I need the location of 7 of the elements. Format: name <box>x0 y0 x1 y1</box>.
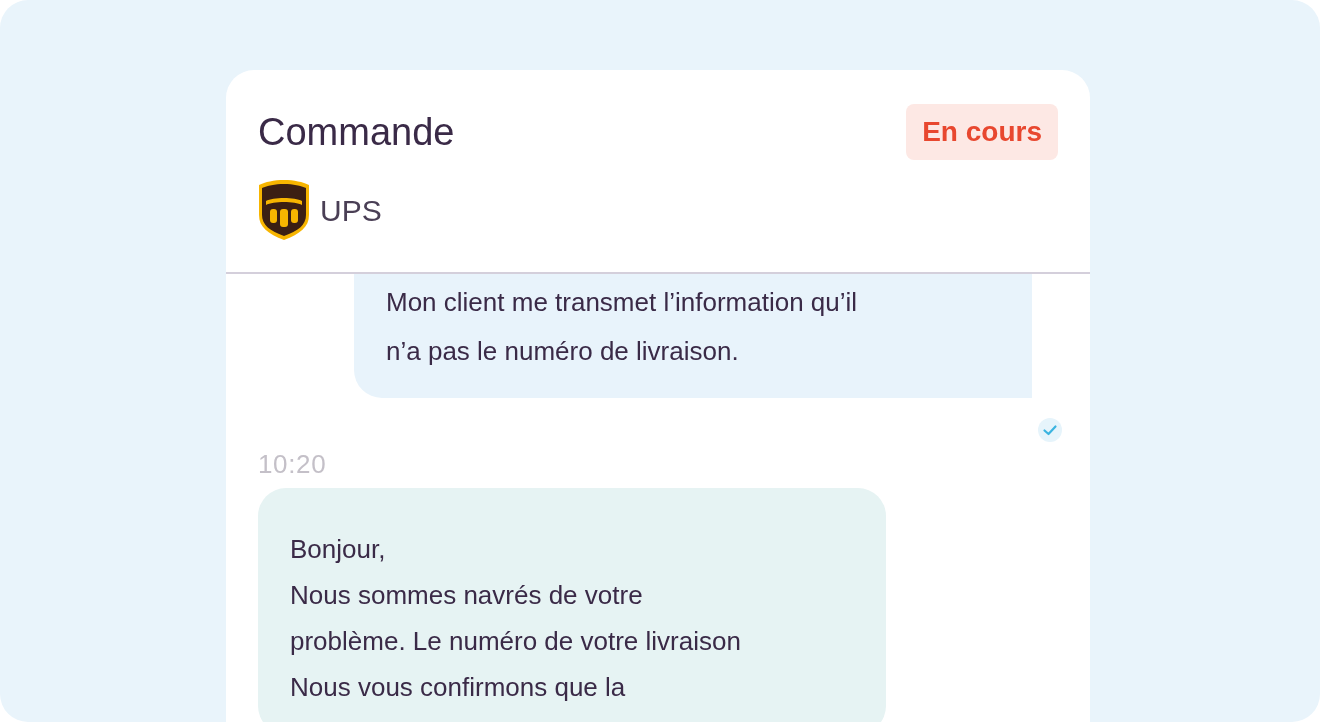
message-time: 10:20 <box>258 448 328 480</box>
shield-logo-icon <box>258 179 310 241</box>
status-badge: En cours <box>906 104 1058 160</box>
outgoing-message: Mon client me transmet l’information qu’il n’a pas le numéro de livraison. <box>354 274 1032 398</box>
incoming-message: Bonjour, Nous sommes navrés de votre problème. Le numéro de votre livraison Nous vous confirmons que la <box>258 488 886 722</box>
carrier-name: UPS <box>320 192 382 229</box>
order-title: Commande <box>258 110 455 155</box>
